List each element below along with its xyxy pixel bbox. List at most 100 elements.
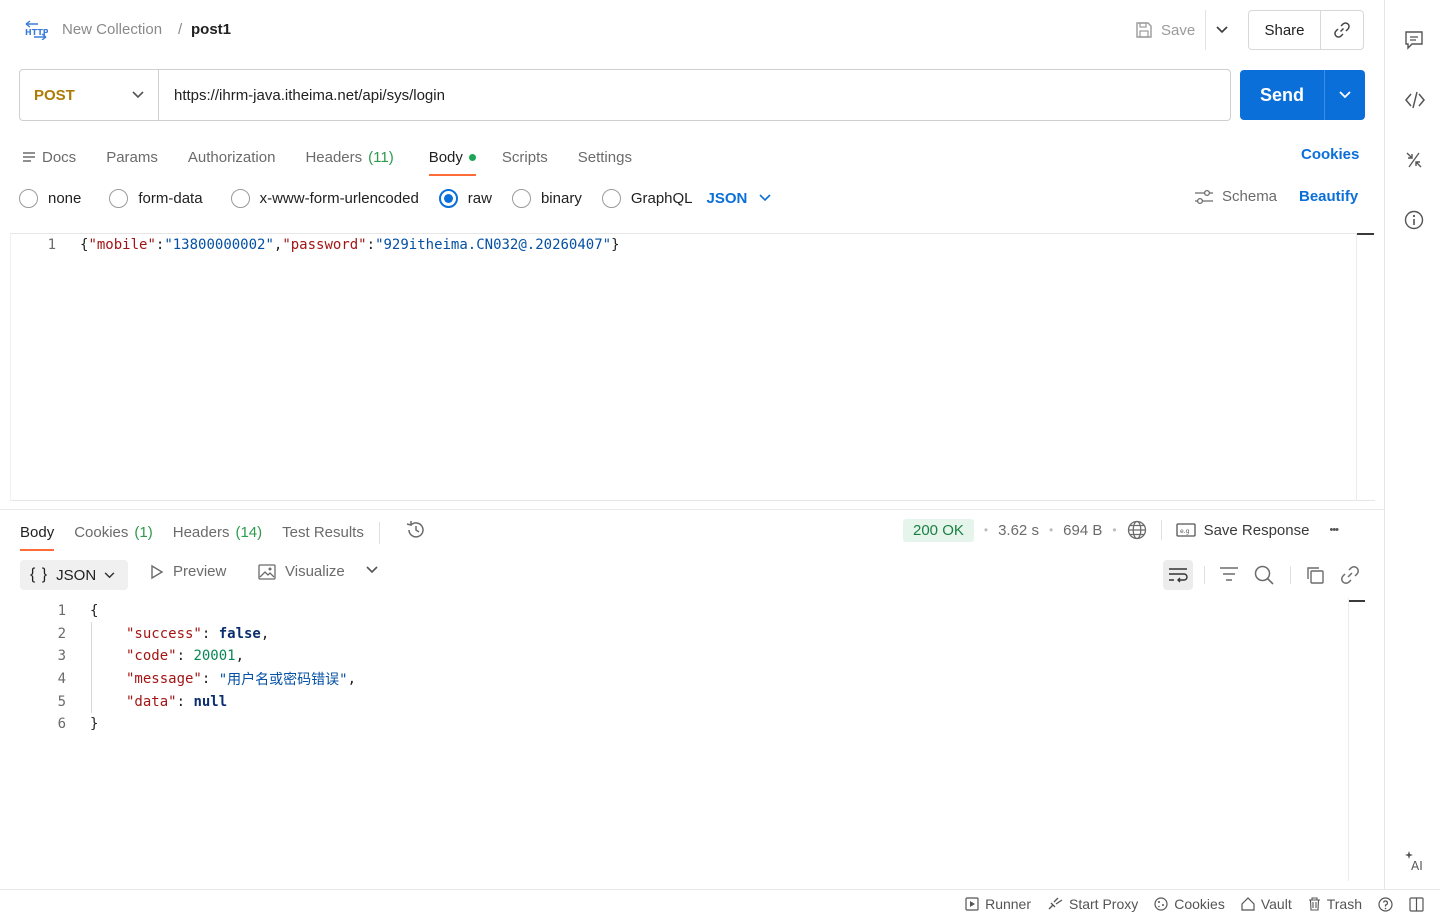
preview-button[interactable]: Preview [150,563,226,580]
copy-icon[interactable] [1305,565,1325,585]
method-label: POST [34,86,75,104]
filter-icon[interactable] [1219,566,1239,582]
headers-count: (14) [235,523,263,541]
radio-circle [19,188,38,208]
send-button[interactable]: Send [1240,70,1324,120]
response-format-select[interactable]: { } JSON [20,560,128,590]
code-text: {"mobile":"13800000002","password":"929i… [80,237,620,253]
cookies-footer-button[interactable]: Cookies [1154,896,1225,912]
line-number: 2 [57,625,66,642]
tab-body[interactable]: Body [428,142,477,176]
proxy-icon [1047,897,1063,911]
line-number: 5 [57,693,66,710]
two-pane-layout-icon[interactable] [1409,896,1424,912]
radio-form-data[interactable]: form-data [109,188,203,208]
divider [1204,566,1205,584]
resp-tab-body[interactable]: Body [20,517,55,551]
breadcrumb-separator: / [178,21,183,38]
radio-graphql[interactable]: GraphQL [601,188,693,208]
beautify-button[interactable]: Beautify [1299,188,1358,205]
send-options-chevron-icon[interactable] [1325,70,1365,120]
more-options-icon[interactable]: ••• [1329,524,1339,536]
tab-headers[interactable]: Headers (11) [305,142,393,174]
response-size[interactable]: 694 B [1063,522,1102,539]
copy-link-icon[interactable] [1321,11,1363,49]
dot-separator: • [1112,523,1117,537]
status-badge[interactable]: 200 OK [903,518,974,542]
right-sidebar [1384,0,1440,889]
runner-icon [965,897,979,911]
tab-scripts[interactable]: Scripts [502,142,548,174]
save-group: Save [1127,10,1239,50]
response-body-viewer[interactable]: 1{ 2 "success": false, 3 "code": 20001, 4 "… [46,600,356,736]
radio-urlencoded[interactable]: x-www-form-urlencoded [230,188,419,208]
visualize-button[interactable]: Visualize [258,563,345,580]
radio-none[interactable]: none [19,188,81,208]
body-format-select[interactable]: JSON [707,190,772,207]
radio-circle [511,188,531,208]
scrollbar-thumb[interactable] [1357,233,1374,235]
code-line: 6} [46,713,356,736]
runner-button[interactable]: Runner [965,896,1031,912]
trash-icon [1308,897,1321,911]
chevron-down-icon [104,571,115,579]
response-time[interactable]: 3.62 s [998,522,1039,539]
wrap-lines-icon[interactable] [1163,560,1193,590]
info-icon[interactable] [1404,210,1424,230]
editor-scrollbar[interactable] [1356,233,1375,501]
help-icon[interactable] [1378,896,1393,912]
response-scrollbar[interactable] [1348,598,1349,881]
schema-button[interactable]: Schema [1194,188,1277,205]
radio-circle-checked [438,188,458,208]
chevron-down-icon [759,194,771,202]
history-icon[interactable] [405,519,427,541]
play-icon [150,564,164,580]
dot-separator: • [1048,523,1054,537]
tab-authorization[interactable]: Authorization [188,142,276,174]
code-line: 1{ [46,600,356,623]
share-button[interactable]: Share [1249,11,1321,49]
radio-binary[interactable]: binary [511,188,582,208]
related-collections-icon[interactable] [1404,150,1424,170]
sliders-icon [1194,189,1214,205]
ai-assistant-icon[interactable]: AI [1404,850,1426,872]
resp-tab-test-results[interactable]: Test Results [282,517,364,549]
tab-settings[interactable]: Settings [578,142,632,174]
request-name[interactable]: post1 [191,21,231,38]
resp-tab-headers[interactable]: Headers (14) [173,517,262,549]
radio-circle [230,188,250,208]
svg-text:e.g: e.g [1180,528,1190,535]
line-number: 1 [57,603,66,620]
vault-button[interactable]: Vault [1241,896,1292,912]
code-line: 3 "code": 20001, [46,645,356,668]
breadcrumb-collection[interactable]: New Collection [62,21,162,38]
cookies-link[interactable]: Cookies [1301,146,1359,163]
method-select[interactable]: POST [20,70,159,120]
save-options-chevron-icon[interactable] [1206,10,1238,50]
resp-tab-cookies[interactable]: Cookies (1) [74,517,153,549]
radio-raw[interactable]: raw [438,188,492,208]
tab-params[interactable]: Params [106,142,158,174]
request-body-editor[interactable] [10,233,1375,501]
search-icon[interactable] [1254,565,1274,585]
response-divider[interactable] [0,509,1384,510]
code-snippet-icon[interactable] [1404,90,1426,110]
cookies-count: (1) [134,523,153,541]
share-group: Share [1248,10,1364,50]
chevron-down-icon [132,91,144,99]
comments-icon[interactable] [1404,30,1424,50]
visualize-options-chevron-icon[interactable] [366,566,378,574]
body-indicator-dot [468,153,476,161]
send-group: Send [1240,70,1365,120]
url-bar: POST [19,69,1231,121]
globe-icon[interactable] [1127,520,1147,540]
url-input[interactable] [159,70,1230,120]
save-response-button[interactable]: e.g Save Response [1175,522,1309,539]
trash-button[interactable]: Trash [1308,896,1362,912]
start-proxy-button[interactable]: Start Proxy [1047,896,1138,912]
tab-docs[interactable]: Docs [22,142,76,174]
save-button[interactable]: Save [1127,10,1203,50]
link-icon[interactable] [1340,565,1360,585]
line-number: 1 [47,237,56,253]
scrollbar-thumb[interactable] [1349,600,1365,602]
